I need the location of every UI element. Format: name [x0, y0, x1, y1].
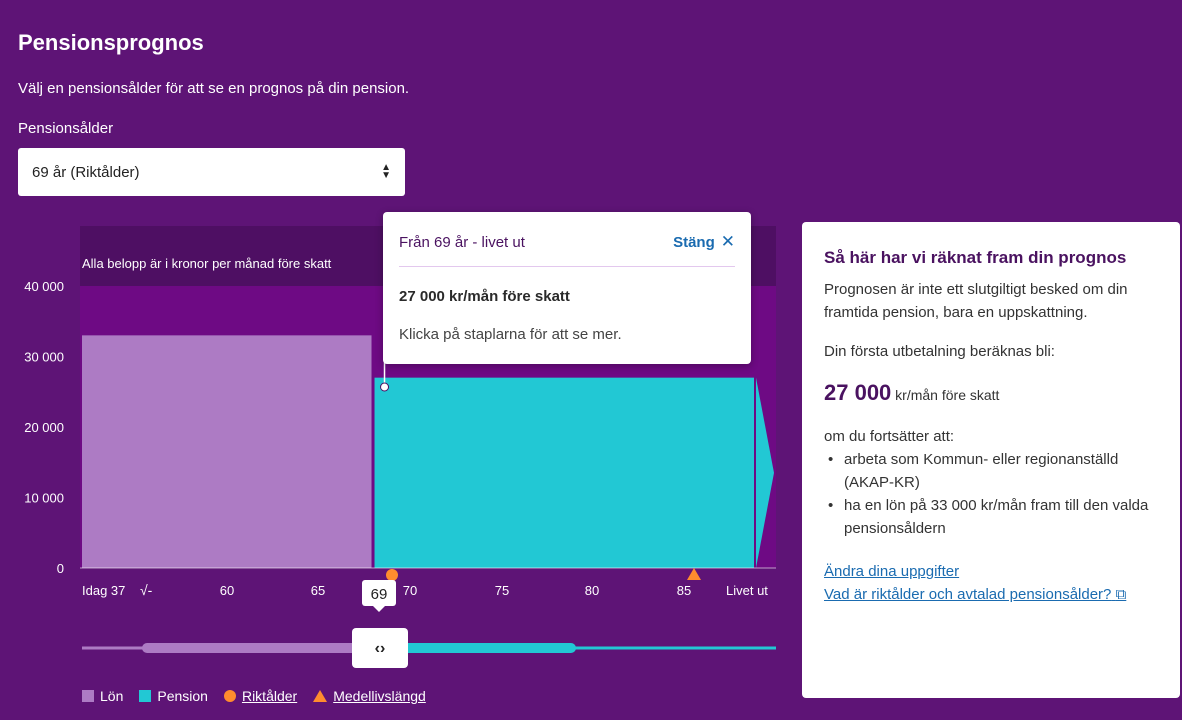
info-panel: Så här har vi räknat fram din prognos Pr… [802, 222, 1180, 698]
x-tick-label: 80 [585, 583, 599, 598]
axis-break-icon: √- [140, 582, 153, 598]
legend-riktalder-dot-icon [223, 690, 236, 702]
y-tick-label: 10 000 [24, 491, 64, 506]
change-details-link[interactable]: Ändra dina uppgifter [824, 560, 1158, 583]
y-tick-label: 20 000 [24, 420, 64, 435]
chart-legend: Lön Pension Riktålder Medellivslängd [82, 688, 426, 704]
page-title: Pensionsprognos [18, 30, 204, 55]
bar-pension[interactable] [374, 377, 754, 568]
legend-medellivslangd[interactable]: Medellivslängd [313, 688, 426, 704]
bar-lon[interactable] [82, 335, 372, 568]
legend-pension-label: Pension [157, 688, 208, 704]
tooltip-close-label: Stäng [673, 233, 715, 251]
info-amount-line: 27 000 kr/mån före skatt [824, 381, 1158, 407]
select-arrows-icon: ▲ ▼ [381, 162, 391, 181]
y-tick-label: 30 000 [24, 350, 64, 365]
legend-pension-swatch [139, 690, 152, 702]
legend-medellivslangd-label: Medellivslängd [333, 688, 426, 704]
slider-range-pension [382, 643, 576, 653]
info-heading: Så här har vi räknat fram din prognos [824, 248, 1127, 267]
x-tick-label: 75 [495, 583, 509, 598]
legend-lon: Lön [82, 688, 123, 704]
legend-riktalder-label: Riktålder [241, 688, 298, 704]
tooltip-hint: Klicka på staplarna för att se mer. [399, 326, 622, 343]
slider-handle-arrows-icon: ‹› [375, 640, 386, 657]
x-tick-label: Livet ut [726, 583, 768, 598]
tooltip-title: Från 69 år - livet ut [399, 233, 525, 251]
y-tick-label: 40 000 [24, 279, 64, 294]
tooltip-close-button[interactable]: Stäng ✕ [673, 232, 735, 252]
x-tick-label: 65 [311, 583, 325, 598]
tooltip-pointer-dot [380, 382, 390, 392]
legend-medellivslangd-triangle-icon [313, 690, 328, 702]
chart-title: Alla belopp är i kronor per månad före s… [82, 256, 332, 271]
x-tick-label: 60 [220, 583, 234, 598]
legend-pension: Pension [139, 688, 208, 704]
info-links: Ändra dina uppgifter Vad är riktålder oc… [824, 560, 1158, 606]
medellivslangd-marker [687, 568, 701, 580]
tooltip-amount: 27 000 kr/mån före skatt [399, 288, 570, 305]
info-first-payment: Din första utbetalning beräknas bli: [824, 343, 1055, 360]
info-amount-unit: kr/mån före skatt [891, 387, 1000, 403]
y-tick-label: 0 [57, 561, 64, 576]
info-amount-big: 27 000 [824, 380, 892, 405]
legend-riktalder[interactable]: Riktålder [223, 688, 298, 704]
info-bullets: arbeta som Kommun- eller regionanställd … [824, 448, 1158, 540]
chart-tooltip: Från 69 år - livet ut Stäng ✕ 27 000 kr/… [383, 212, 751, 364]
list-item: ha en lön på 33 000 kr/mån fram till den… [824, 494, 1158, 540]
riktalder-info-link-text: Vad är riktålder och avtalad pensionsåld… [824, 586, 1112, 603]
tooltip-header: Från 69 år - livet ut Stäng ✕ [399, 232, 735, 267]
info-intro: Prognosen är inte ett slutgiltigt besked… [824, 281, 1128, 321]
riktalder-marker [386, 569, 398, 581]
list-item: arbeta som Kommun- eller regionanställd … [824, 448, 1158, 494]
external-link-icon: ⧉ [1115, 586, 1127, 603]
y-axis: 40 000 30 000 20 000 10 000 0 [24, 279, 64, 576]
x-axis: Idag 37 60 65 70 75 80 85 Livet ut √- [82, 582, 768, 598]
age-slider[interactable]: ‹› [82, 628, 776, 668]
close-icon: ✕ [720, 232, 735, 251]
x-tick-label: 85 [677, 583, 691, 598]
legend-lon-label: Lön [100, 688, 124, 704]
slider-range-lon [142, 643, 382, 653]
x-tick-label: Idag 37 [82, 583, 125, 598]
x-tick-label: 70 [403, 583, 417, 598]
retirement-age-label: Pensionsålder [18, 120, 114, 137]
selected-age-label: 69 [371, 586, 388, 603]
selected-age-badge-pointer [373, 606, 385, 612]
retirement-age-value: 69 år (Riktålder) [32, 163, 140, 181]
retirement-age-select[interactable]: 69 år (Riktålder) ▲ ▼ [18, 148, 405, 196]
legend-lon-swatch [82, 690, 94, 702]
info-condition: om du fortsätter att: [824, 428, 955, 445]
riktalder-info-link[interactable]: Vad är riktålder och avtalad pensionsåld… [824, 583, 1158, 606]
page-subtitle: Välj en pensionsålder för att se en prog… [18, 80, 410, 97]
